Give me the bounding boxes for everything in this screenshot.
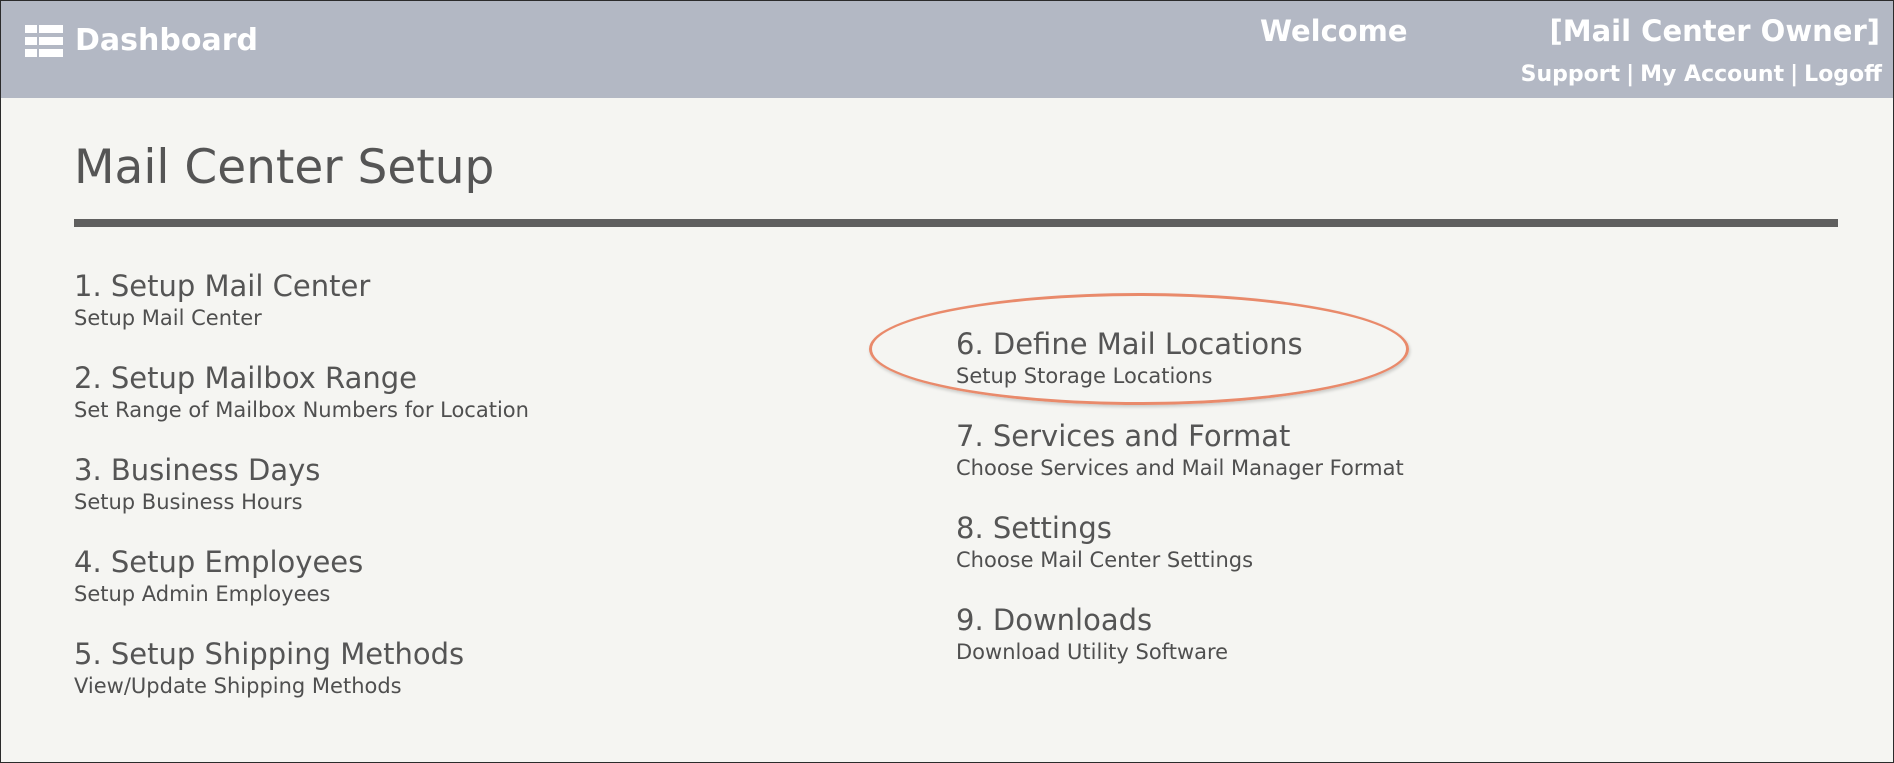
step-title[interactable]: 6. Define Mail Locations	[956, 326, 1404, 362]
top-header: Dashboard Welcome [Mail Center Owner] Su…	[1, 1, 1893, 98]
logoff-link[interactable]: Logoff	[1804, 62, 1882, 87]
step-title[interactable]: 2. Setup Mailbox Range	[74, 360, 529, 396]
user-role-label: [Mail Center Owner]	[1549, 14, 1881, 48]
step-description: Set Range of Mailbox Numbers for Locatio…	[74, 398, 529, 422]
step-description: Setup Business Hours	[74, 490, 303, 514]
link-separator: |	[1790, 62, 1799, 87]
step-define-mail-locations[interactable]: 6. Define Mail Locations Setup Storage L…	[956, 326, 1404, 418]
step-business-days[interactable]: 3. Business Days Setup Business Hours	[74, 452, 529, 544]
setup-steps-left: 1. Setup Mail Center Setup Mail Center 2…	[74, 268, 529, 728]
title-divider	[74, 219, 1838, 227]
step-setup-mailbox-range[interactable]: 2. Setup Mailbox Range Set Range of Mail…	[74, 360, 529, 452]
step-setup-mail-center[interactable]: 1. Setup Mail Center Setup Mail Center	[74, 268, 529, 360]
step-description: Download Utility Software	[956, 640, 1229, 664]
step-description: Setup Admin Employees	[74, 582, 331, 606]
step-description: Choose Services and Mail Manager Format	[956, 456, 1404, 480]
my-account-link[interactable]: My Account	[1640, 62, 1784, 87]
step-description: Setup Storage Locations	[956, 364, 1213, 388]
link-separator: |	[1626, 62, 1635, 87]
step-description: Choose Mail Center Settings	[956, 548, 1254, 572]
support-link[interactable]: Support	[1521, 62, 1620, 87]
app-frame: Dashboard Welcome [Mail Center Owner] Su…	[0, 0, 1894, 763]
step-description: View/Update Shipping Methods	[74, 674, 402, 698]
step-title[interactable]: 1. Setup Mail Center	[74, 268, 529, 304]
welcome-text: Welcome	[1260, 14, 1408, 48]
setup-steps-right: 6. Define Mail Locations Setup Storage L…	[956, 326, 1404, 694]
step-setup-employees[interactable]: 4. Setup Employees Setup Admin Employees	[74, 544, 529, 636]
page-title: Mail Center Setup	[74, 140, 495, 195]
step-title[interactable]: 8. Settings	[956, 510, 1404, 546]
step-title[interactable]: 7. Services and Format	[956, 418, 1404, 454]
dashboard-link[interactable]: Dashboard	[25, 23, 258, 59]
step-settings[interactable]: 8. Settings Choose Mail Center Settings	[956, 510, 1404, 602]
header-links: Support | My Account | Logoff	[1521, 62, 1882, 88]
step-title[interactable]: 5. Setup Shipping Methods	[74, 636, 529, 672]
dashboard-label: Dashboard	[75, 23, 258, 58]
step-services-and-format[interactable]: 7. Services and Format Choose Services a…	[956, 418, 1404, 510]
step-setup-shipping-methods[interactable]: 5. Setup Shipping Methods View/Update Sh…	[74, 636, 529, 728]
step-title[interactable]: 4. Setup Employees	[74, 544, 529, 580]
step-title[interactable]: 9. Downloads	[956, 602, 1404, 638]
dashboard-grid-icon	[25, 25, 63, 57]
step-downloads[interactable]: 9. Downloads Download Utility Software	[956, 602, 1404, 694]
step-description: Setup Mail Center	[74, 306, 262, 330]
step-title[interactable]: 3. Business Days	[74, 452, 529, 488]
